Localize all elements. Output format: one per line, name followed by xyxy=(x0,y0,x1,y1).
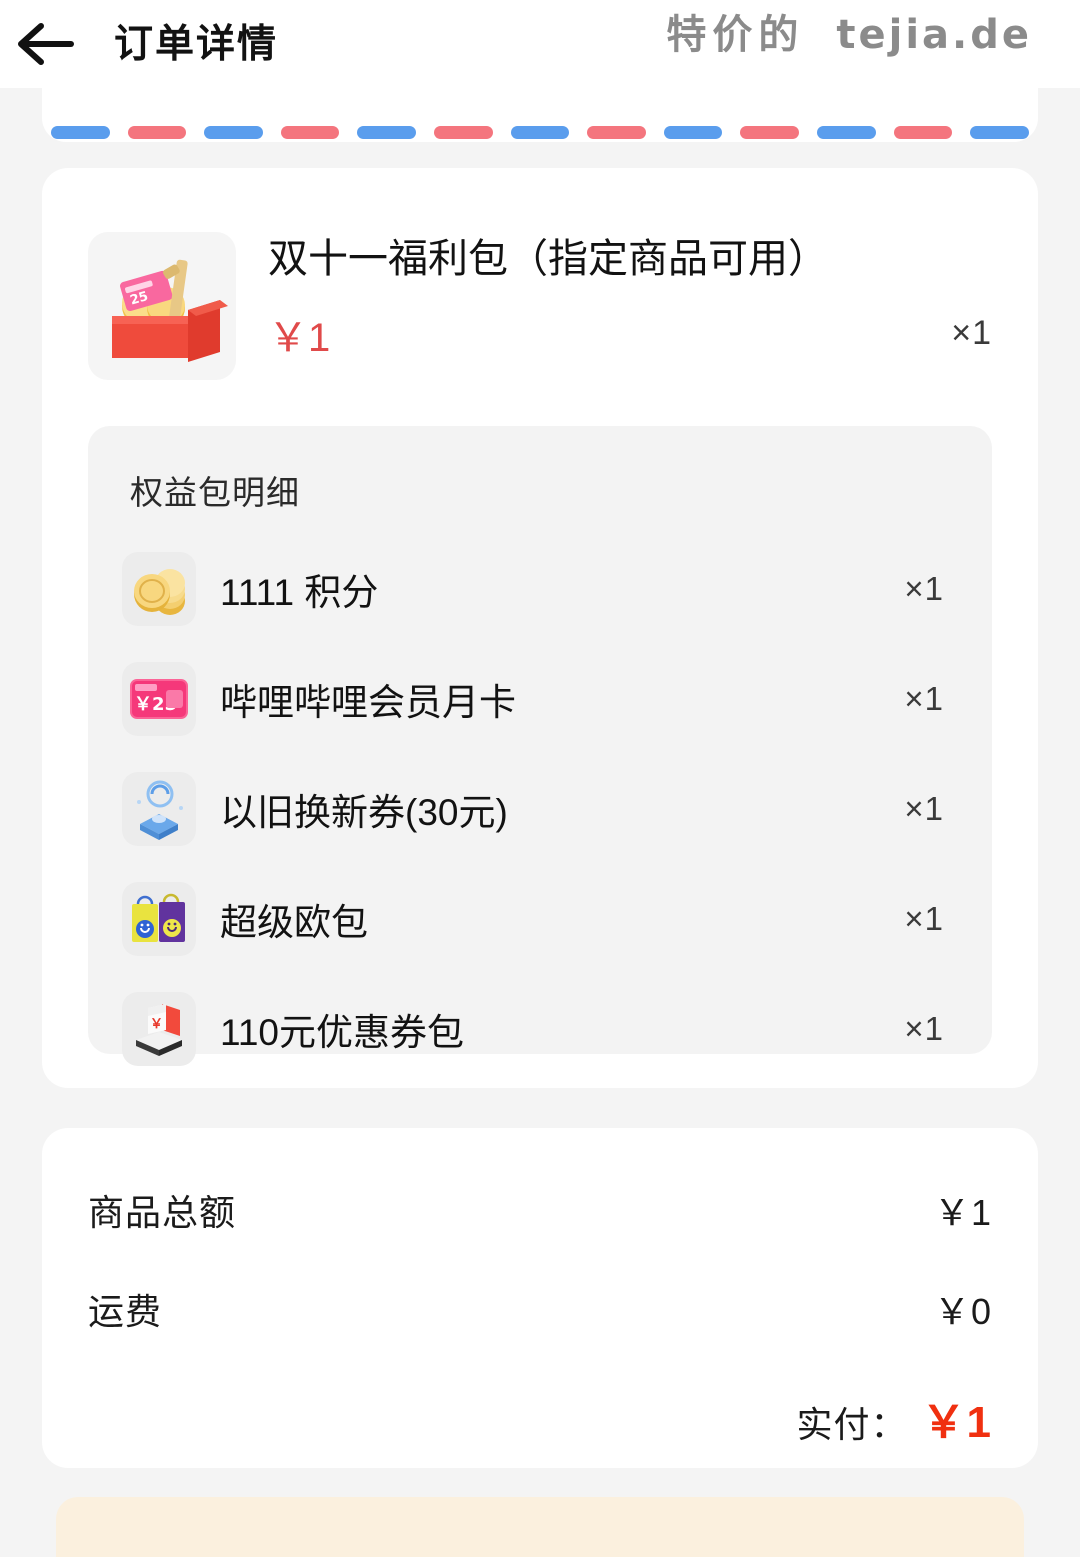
summary-label: 运费 xyxy=(88,1291,163,1332)
list-item[interactable]: ￥ 110元优惠券包 ×1 xyxy=(122,974,958,1084)
back-button[interactable] xyxy=(0,0,92,88)
envelope-stripe-border xyxy=(42,126,1038,142)
benefits-panel: 权益包明细 1111 积分 ×1 ￥25 哔哩哔哩会员月卡 ×1 以旧换新券(3… xyxy=(88,426,992,1066)
envelope-stripe xyxy=(127,126,187,139)
summary-total: 实付： ￥1 xyxy=(797,1386,993,1450)
coupon-pack-icon: ￥ xyxy=(122,992,196,1066)
gold-coins-glyph xyxy=(134,569,185,615)
benefit-label: 以旧换新券(30元) xyxy=(220,792,508,833)
svg-text:￥: ￥ xyxy=(150,1017,163,1032)
trade-in-icon xyxy=(122,772,196,846)
benefit-quantity: ×1 xyxy=(904,790,944,827)
benefit-label: 1111 积分 xyxy=(220,572,379,613)
envelope-stripe xyxy=(510,126,570,139)
benefits-list: 1111 积分 ×1 ￥25 哔哩哔哩会员月卡 ×1 以旧换新券(30元) ×1… xyxy=(122,534,958,1084)
product-row[interactable]: 25 双十一福利包（指定商品可用） ￥1 ×1 xyxy=(88,232,992,380)
bottom-notice-card xyxy=(56,1497,1024,1557)
envelope-stripe xyxy=(663,126,723,139)
tote-bags-icon xyxy=(122,882,196,956)
envelope-stripe xyxy=(817,126,876,139)
summary-value: ￥0 xyxy=(933,1291,992,1332)
benefit-quantity: ×1 xyxy=(904,1010,944,1047)
list-item[interactable]: 1111 积分 ×1 xyxy=(122,534,958,644)
gold-coins-icon xyxy=(122,552,196,626)
product-price: ￥1 xyxy=(268,316,331,361)
summary-label: 商品总额 xyxy=(88,1192,237,1233)
summary-row-shipping: 运费 ￥0 xyxy=(88,1283,992,1335)
summary-value: ￥1 xyxy=(933,1192,992,1233)
product-quantity: ×1 xyxy=(951,314,992,352)
envelope-stripe xyxy=(893,126,953,139)
list-item[interactable]: 超级欧包 ×1 xyxy=(122,864,958,974)
envelope-stripe xyxy=(51,126,110,139)
benefit-label: 110元优惠券包 xyxy=(220,1012,464,1053)
gift-box-glyph: 25 xyxy=(112,259,228,362)
benefit-quantity: ×1 xyxy=(904,900,944,937)
red-gift-box-icon: 25 xyxy=(88,232,236,380)
benefit-quantity: ×1 xyxy=(904,570,944,607)
benefit-quantity: ×1 xyxy=(904,680,944,717)
summary-row-goods-total: 商品总额 ￥1 xyxy=(88,1184,992,1236)
bilibili-card-glyph: ￥25 xyxy=(130,679,188,719)
order-product-card: 25 双十一福利包（指定商品可用） ￥1 ×1 权益包明细 1111 积分 ×1… xyxy=(42,168,1038,1088)
total-label: 实付： xyxy=(796,1404,908,1445)
trade-in-glyph xyxy=(137,780,183,840)
envelope-stripe xyxy=(357,126,417,139)
list-item[interactable]: ￥25 哔哩哔哩会员月卡 ×1 xyxy=(122,644,958,754)
list-item[interactable]: 以旧换新券(30元) ×1 xyxy=(122,754,958,864)
envelope-stripe xyxy=(204,126,263,139)
envelope-stripe xyxy=(740,126,800,139)
benefit-label: 超级欧包 xyxy=(220,902,368,943)
benefits-panel-title: 权益包明细 xyxy=(130,474,300,511)
envelope-stripe xyxy=(970,126,1029,139)
benefit-label: 哔哩哔哩会员月卡 xyxy=(220,682,516,723)
page-title: 订单详情 xyxy=(114,22,279,66)
tote-bags-glyph xyxy=(132,893,185,942)
envelope-stripe xyxy=(587,126,646,139)
product-title: 双十一福利包（指定商品可用） xyxy=(268,237,828,281)
coupon-pack-glyph: ￥ xyxy=(136,1004,182,1056)
envelope-stripe xyxy=(434,126,493,139)
bilibili-card-icon: ￥25 xyxy=(122,662,196,736)
product-info: 双十一福利包（指定商品可用） ￥1 xyxy=(268,232,951,363)
navigation-bar: 订单详情 xyxy=(0,0,1080,88)
envelope-stripe xyxy=(280,126,340,139)
total-value: ￥1 xyxy=(921,1398,992,1447)
arrow-left-icon xyxy=(18,23,74,65)
order-summary-card: 商品总额 ￥1 运费 ￥0 实付： ￥1 xyxy=(42,1128,1038,1468)
